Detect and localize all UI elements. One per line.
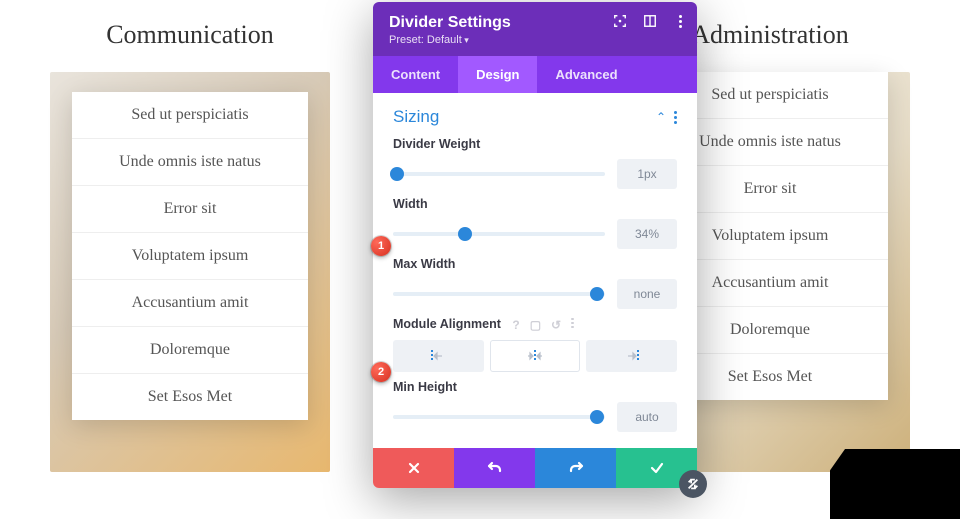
section-title-sizing[interactable]: Sizing [393, 107, 439, 127]
undo-button[interactable] [454, 448, 535, 488]
tab-advanced[interactable]: Advanced [537, 56, 635, 93]
value-max-width[interactable]: none [617, 279, 677, 309]
list-item[interactable]: Voluptatem ipsum [72, 233, 308, 280]
modal-footer [373, 448, 697, 488]
modal-body: Sizing ⌃ Divider Weight 1px Width [373, 93, 697, 448]
reset-icon[interactable]: ↺ [551, 318, 561, 332]
annotation-badge-1: 1 [371, 236, 391, 256]
slider-thumb[interactable] [590, 287, 604, 301]
responsive-icon[interactable]: ▢ [530, 318, 541, 332]
tab-content[interactable]: Content [373, 56, 458, 93]
value-width[interactable]: 34% [617, 219, 677, 249]
cancel-button[interactable] [373, 448, 454, 488]
list-item[interactable]: Unde omnis iste natus [72, 139, 308, 186]
align-left-button[interactable] [393, 340, 484, 372]
list-item[interactable]: Set Esos Met [72, 374, 308, 420]
align-right-button[interactable] [586, 340, 677, 372]
label-module-alignment-text: Module Alignment [393, 317, 501, 331]
list-item[interactable]: Doloremque [72, 327, 308, 374]
tab-design[interactable]: Design [458, 56, 537, 93]
resize-handle[interactable] [679, 470, 707, 498]
align-center-button[interactable] [490, 340, 581, 372]
slider-divider-weight[interactable] [393, 172, 605, 176]
field-kebab-icon[interactable] [571, 318, 574, 332]
modal-header: Divider Settings Preset: Default [373, 2, 697, 56]
slider-min-height[interactable] [393, 415, 605, 419]
section-kebab-icon[interactable] [674, 111, 677, 124]
card-list-left: Sed ut perspiciatis Unde omnis iste natu… [72, 92, 308, 420]
label-min-height: Min Height [393, 380, 677, 394]
label-width: Width [393, 197, 677, 211]
slider-thumb[interactable] [458, 227, 472, 241]
slider-thumb[interactable] [390, 167, 404, 181]
slider-thumb[interactable] [590, 410, 604, 424]
divider-settings-modal: Divider Settings Preset: Default Content… [373, 2, 697, 488]
label-divider-weight: Divider Weight [393, 137, 677, 151]
help-icon[interactable]: ? [512, 318, 519, 332]
column-communication: Communication Sed ut perspiciatis Unde o… [50, 20, 330, 472]
list-item[interactable]: Sed ut perspiciatis [72, 92, 308, 139]
slider-max-width[interactable] [393, 292, 605, 296]
list-item[interactable]: Error sit [72, 186, 308, 233]
modal-tabs: Content Design Advanced [373, 56, 697, 93]
collapse-icon[interactable]: ⌃ [656, 110, 666, 124]
kebab-menu-icon[interactable] [673, 14, 687, 28]
slider-width[interactable] [393, 232, 605, 236]
annotation-badge-2: 2 [371, 362, 391, 382]
label-max-width: Max Width [393, 257, 677, 271]
value-divider-weight[interactable]: 1px [617, 159, 677, 189]
columns-icon[interactable] [643, 14, 657, 28]
list-item[interactable]: Accusantium amit [72, 280, 308, 327]
preset-dropdown[interactable]: Preset: Default [389, 34, 681, 46]
redo-button[interactable] [535, 448, 616, 488]
decorative-wedge [830, 449, 960, 519]
focus-icon[interactable] [613, 14, 627, 28]
column-title-left: Communication [50, 20, 330, 50]
label-module-alignment: Module Alignment ? ▢ ↺ [393, 317, 677, 332]
value-min-height[interactable]: auto [617, 402, 677, 432]
column-photo-left: Sed ut perspiciatis Unde omnis iste natu… [50, 72, 330, 472]
